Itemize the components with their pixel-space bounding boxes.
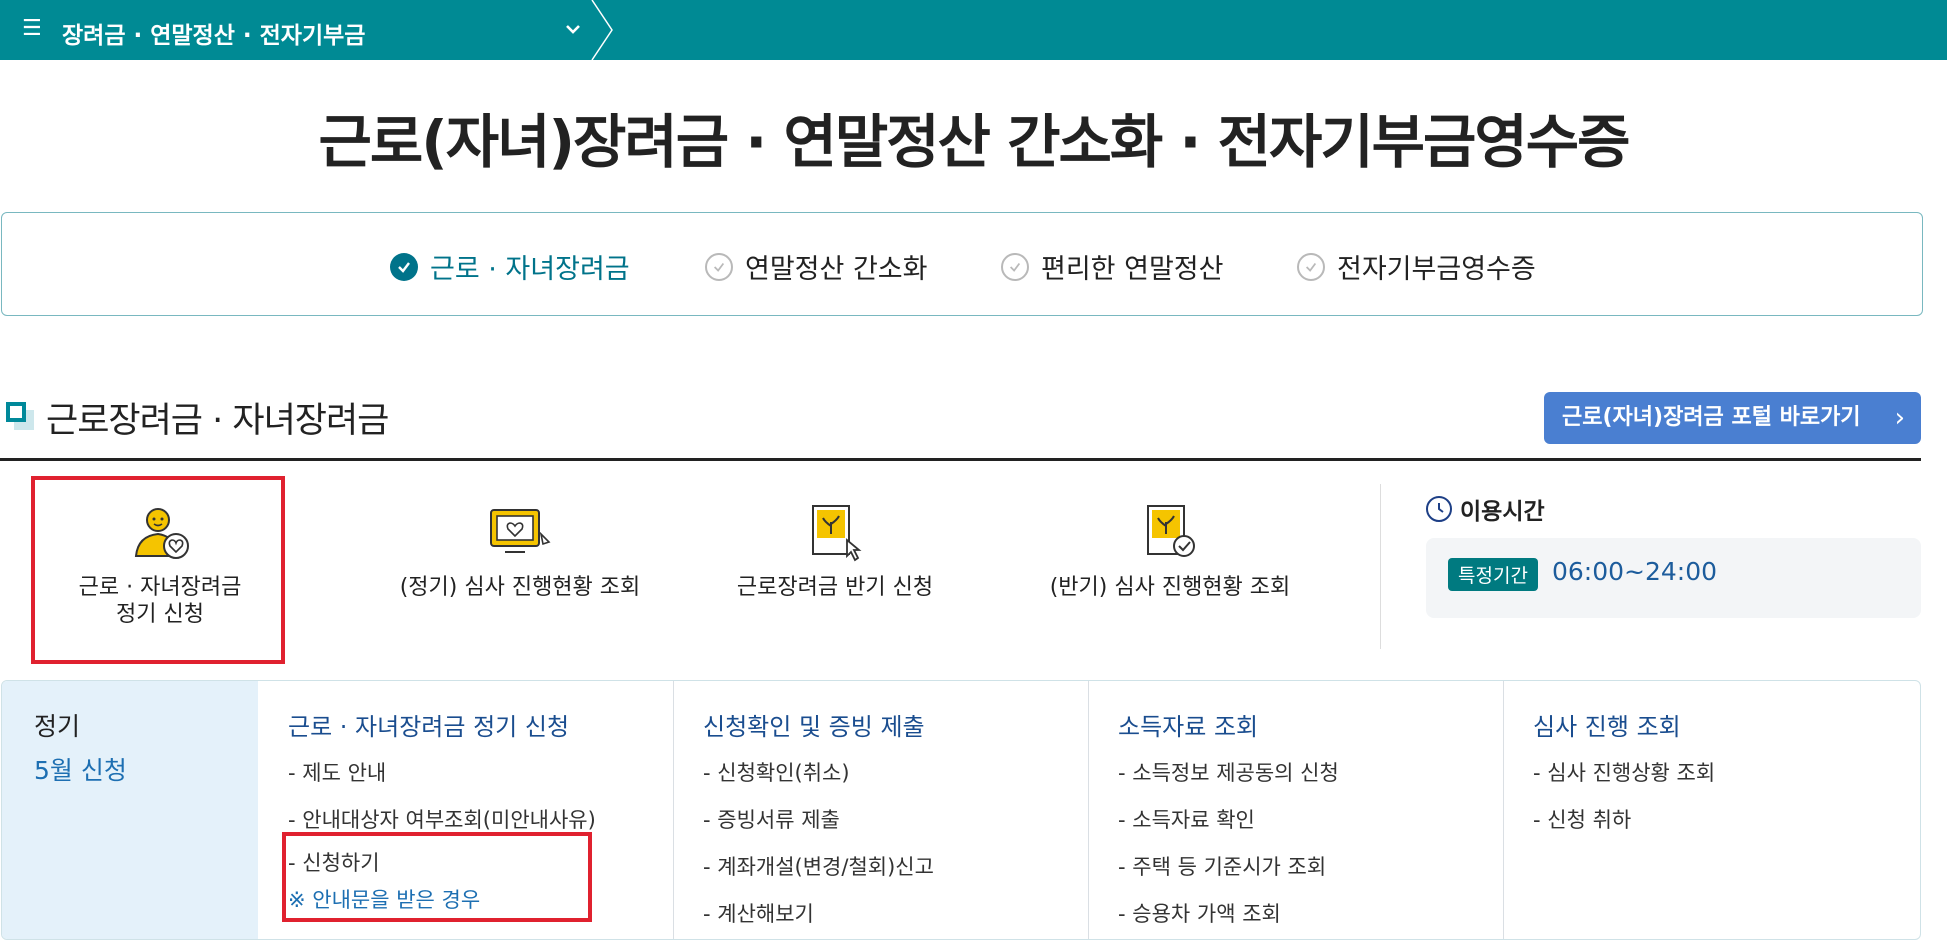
menu-link[interactable]: - 심사 진행상황 조회 [1533, 757, 1715, 787]
menu-link[interactable]: - 신청 취하 [1533, 804, 1631, 834]
monitor-heart-icon [490, 509, 551, 553]
period-when: 5월 신청 [34, 756, 127, 785]
check-circle-icon [390, 252, 418, 281]
column-heading[interactable]: 근로 · 자녀장려금 정기 신청 [288, 707, 569, 742]
portal-button-label: 근로(자녀)장려금 포털 바로가기 [1562, 405, 1861, 430]
menu-title[interactable]: 장려금 · 연말정산 · 전자기부금 [62, 16, 365, 50]
category-tabs: 근로 · 자녀장려금 연말정산 간소화 편리한 연말정산 전자기부금영수증 [1, 212, 1923, 316]
tab-convenient-year-end[interactable]: 편리한 연말정산 [1001, 247, 1223, 286]
hours-value: 06:00~24:00 [1552, 557, 1718, 586]
period-label: 정기 [34, 712, 81, 741]
service-half-year-review-status[interactable]: (반기) 심사 진행현황 조회 [1030, 500, 1310, 601]
tab-electronic-donation-receipt[interactable]: 전자기부금영수증 [1297, 247, 1536, 286]
tab-label: 편리한 연말정산 [1041, 254, 1224, 285]
period-column: 정기 5월 신청 [2, 681, 258, 939]
menu-link[interactable]: - 주택 등 기준시가 조회 [1118, 851, 1326, 881]
top-nav-bar: ☰ 장려금 · 연말정산 · 전자기부금 [0, 0, 1947, 60]
hours-heading: 이용시간 [1426, 492, 1545, 526]
vertical-divider [1380, 484, 1381, 649]
menu-column-review-status: 심사 진행 조회 - 심사 진행상황 조회 - 신청 취하 [1503, 681, 1920, 939]
menu-link[interactable]: - 소득정보 제공동의 신청 [1118, 757, 1339, 787]
column-heading[interactable]: 신청확인 및 증빙 제출 [703, 707, 925, 742]
section-divider [0, 458, 1921, 461]
menu-link[interactable]: - 계좌개설(변경/철회)신고 [703, 851, 934, 881]
period-badge: 특정기간 [1448, 558, 1538, 591]
breadcrumb-separator-icon [591, 0, 613, 60]
service-label-line1: (반기) 심사 진행현황 조회 [1049, 575, 1291, 600]
highlight-box [31, 476, 285, 664]
chevron-right-icon: › [1894, 403, 1905, 433]
highlight-box [282, 832, 592, 922]
menu-link[interactable]: - 소득자료 확인 [1118, 804, 1255, 834]
page-title: 근로(자녀)장려금 · 연말정산 간소화 · 전자기부금영수증 [318, 108, 1631, 176]
service-label-line1: 근로장려금 반기 신청 [736, 575, 934, 600]
tab-work-child-incentive[interactable]: 근로 · 자녀장려금 [390, 247, 630, 286]
column-heading[interactable]: 소득자료 조회 [1118, 707, 1258, 742]
service-half-year-application[interactable]: 근로장려금 반기 신청 [700, 500, 970, 601]
section-title: 근로장려금 · 자녀장려금 [46, 401, 389, 441]
section-bullet-icon [6, 402, 26, 422]
tab-label: 연말정산 간소화 [745, 254, 928, 285]
chevron-down-icon[interactable] [562, 18, 584, 40]
menu-link[interactable]: - 신청확인(취소) [703, 757, 850, 787]
document-click-icon [812, 505, 862, 562]
menu-column-income-data: 소득자료 조회 - 소득정보 제공동의 신청 - 소득자료 확인 - 주택 등 … [1088, 681, 1503, 939]
hamburger-menu-icon[interactable]: ☰ [22, 18, 42, 40]
clock-icon [1426, 496, 1452, 522]
portal-shortcut-button[interactable]: 근로(자녀)장려금 포털 바로가기 › [1544, 392, 1921, 444]
hours-box: 특정기간 06:00~24:00 [1426, 538, 1921, 618]
tab-label: 전자기부금영수증 [1337, 254, 1536, 285]
menu-link[interactable]: - 승용차 가액 조회 [1118, 898, 1281, 928]
tab-year-end-simplified[interactable]: 연말정산 간소화 [705, 247, 927, 286]
service-regular-review-status[interactable]: (정기) 심사 진행현황 조회 [360, 500, 680, 601]
check-circle-icon [1297, 252, 1325, 281]
column-heading[interactable]: 심사 진행 조회 [1533, 707, 1681, 742]
document-check-icon [1147, 505, 1195, 557]
service-label-line1: (정기) 심사 진행현황 조회 [399, 575, 641, 600]
menu-column-confirm-submit: 신청확인 및 증빙 제출 - 신청확인(취소) - 증빙서류 제출 - 계좌개설… [673, 681, 1088, 939]
hours-heading-label: 이용시간 [1460, 499, 1545, 525]
check-circle-icon [1001, 252, 1029, 281]
menu-link[interactable]: - 계산해보기 [703, 898, 814, 928]
check-circle-icon [705, 252, 733, 281]
menu-link[interactable]: - 증빙서류 제출 [703, 804, 840, 834]
menu-link[interactable]: - 안내대상자 여부조회(미안내사유) [288, 804, 596, 834]
menu-link[interactable]: - 제도 안내 [288, 757, 386, 787]
tab-label: 근로 · 자녀장려금 [430, 254, 630, 285]
